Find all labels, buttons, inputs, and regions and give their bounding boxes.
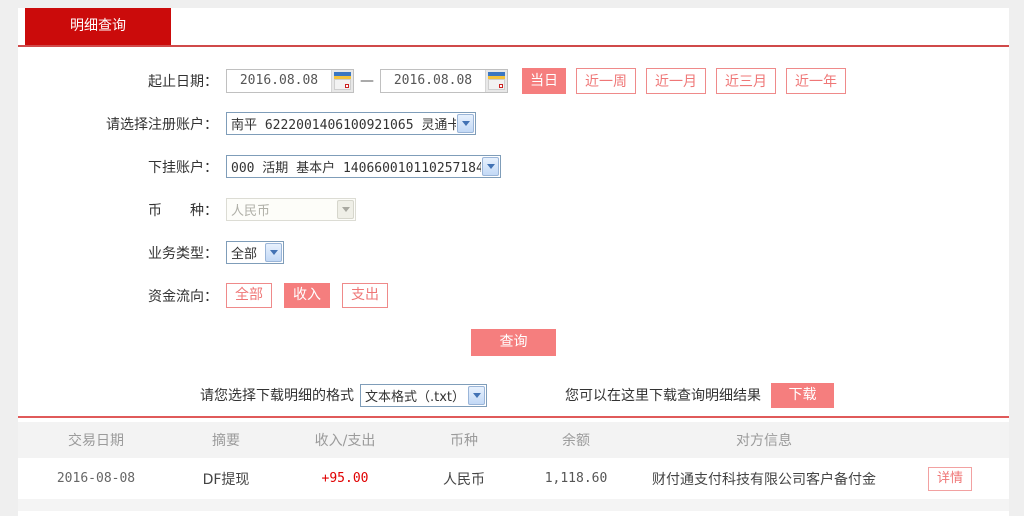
- register-account-row: 请选择注册账户： 南平 6222001406100921065 灵通卡: [18, 102, 1009, 145]
- cell-currency: 人民币: [412, 469, 516, 489]
- chevron-down-icon[interactable]: [265, 243, 282, 262]
- cell-balance: 1,118.60: [516, 471, 636, 486]
- date-range-label: 起止日期：: [18, 71, 218, 91]
- chevron-down-icon[interactable]: [457, 114, 474, 133]
- cell-amount: +95.00: [278, 471, 412, 486]
- currency-value: 人民币: [227, 200, 336, 219]
- sub-account-value: 000 活期 基本户 1406600101102571848: [227, 157, 481, 176]
- register-account-value: 南平 6222001406100921065 灵通卡: [227, 114, 456, 133]
- business-type-select[interactable]: 全部: [226, 241, 284, 264]
- end-date-input[interactable]: 2016.08.08: [380, 69, 508, 93]
- date-range-dash: —: [360, 73, 374, 89]
- query-button-row: 查询: [18, 329, 1009, 356]
- header-counterparty: 对方信息: [636, 430, 892, 450]
- header-income-expense: 收入/支出: [278, 430, 412, 450]
- sub-account-select[interactable]: 000 活期 基本户 1406600101102571848: [226, 155, 501, 178]
- start-date-value[interactable]: 2016.08.08: [227, 73, 331, 88]
- cell-counterparty: 财付通支付科技有限公司客户备付金: [636, 469, 892, 489]
- table-row: 2016-08-08 DF提现 +95.00 人民币 1,118.60 财付通支…: [18, 458, 1009, 499]
- download-hint-text: 您可以在这里下载查询明细结果: [565, 385, 761, 405]
- business-type-value: 全部: [227, 243, 264, 262]
- business-type-row: 业务类型： 全部: [18, 231, 1009, 274]
- sub-account-label: 下挂账户：: [18, 157, 218, 177]
- quick-range-year-button[interactable]: 近一年: [786, 68, 846, 94]
- header-trade-date: 交易日期: [18, 430, 174, 450]
- currency-select: 人民币: [226, 198, 356, 221]
- currency-row: 币 种： 人民币: [18, 188, 1009, 231]
- tab-bar: 明细查询: [18, 8, 1009, 45]
- cell-trade-date: 2016-08-08: [18, 471, 174, 486]
- business-type-label: 业务类型：: [18, 243, 218, 263]
- fund-flow-label: 资金流向：: [18, 286, 218, 306]
- quick-range-3months-button[interactable]: 近三月: [716, 68, 776, 94]
- download-format-label: 请您选择下载明细的格式: [200, 385, 354, 405]
- sub-account-row: 下挂账户： 000 活期 基本户 1406600101102571848: [18, 145, 1009, 188]
- quick-range-today-button[interactable]: 当日: [522, 68, 566, 94]
- results-table: 交易日期 摘要 收入/支出 币种 余额 对方信息 2016-08-08 DF提现…: [18, 422, 1009, 511]
- cell-actions: 详情: [892, 467, 1008, 491]
- table-header-row: 交易日期 摘要 收入/支出 币种 余额 对方信息: [18, 422, 1009, 458]
- header-summary: 摘要: [174, 430, 278, 450]
- chevron-down-icon: [337, 200, 354, 219]
- register-account-label: 请选择注册账户：: [18, 114, 218, 134]
- quick-range-week-button[interactable]: 近一周: [576, 68, 636, 94]
- register-account-select[interactable]: 南平 6222001406100921065 灵通卡: [226, 112, 476, 135]
- query-form: 起止日期： 2016.08.08 — 2016.08.08 当日 近一周 近一月…: [18, 47, 1009, 356]
- download-button[interactable]: 下载: [771, 383, 834, 408]
- content-panel: 明细查询 起止日期： 2016.08.08 — 2016.08.08 当日 近一…: [18, 8, 1009, 516]
- header-currency: 币种: [412, 430, 516, 450]
- table-separator-line: [18, 416, 1009, 418]
- fund-flow-expense-button[interactable]: 支出: [342, 283, 388, 308]
- download-format-value: 文本格式（.txt）: [361, 386, 467, 405]
- query-button[interactable]: 查询: [471, 329, 556, 356]
- start-date-input[interactable]: 2016.08.08: [226, 69, 354, 93]
- end-date-calendar-icon[interactable]: [485, 70, 507, 92]
- date-range-row: 起止日期： 2016.08.08 — 2016.08.08 当日 近一周 近一月…: [18, 59, 1009, 102]
- table-footer-stripe: [18, 499, 1009, 511]
- currency-label: 币 种：: [18, 200, 218, 220]
- chevron-down-icon[interactable]: [482, 157, 499, 176]
- start-date-calendar-icon[interactable]: [331, 70, 353, 92]
- fund-flow-row: 资金流向： 全部 收入 支出: [18, 274, 1009, 317]
- tab-detail-query[interactable]: 明细查询: [25, 8, 171, 45]
- cell-summary: DF提现: [174, 469, 278, 489]
- detail-button[interactable]: 详情: [928, 467, 972, 491]
- fund-flow-income-button[interactable]: 收入: [284, 283, 330, 308]
- fund-flow-all-button[interactable]: 全部: [226, 283, 272, 308]
- download-row: 请您选择下载明细的格式 文本格式（.txt） 您可以在这里下载查询明细结果 下载: [18, 382, 1009, 408]
- chevron-down-icon[interactable]: [468, 386, 485, 405]
- download-format-select[interactable]: 文本格式（.txt）: [360, 384, 487, 407]
- end-date-value[interactable]: 2016.08.08: [381, 73, 485, 88]
- quick-range-month-button[interactable]: 近一月: [646, 68, 706, 94]
- header-balance: 余额: [516, 430, 636, 450]
